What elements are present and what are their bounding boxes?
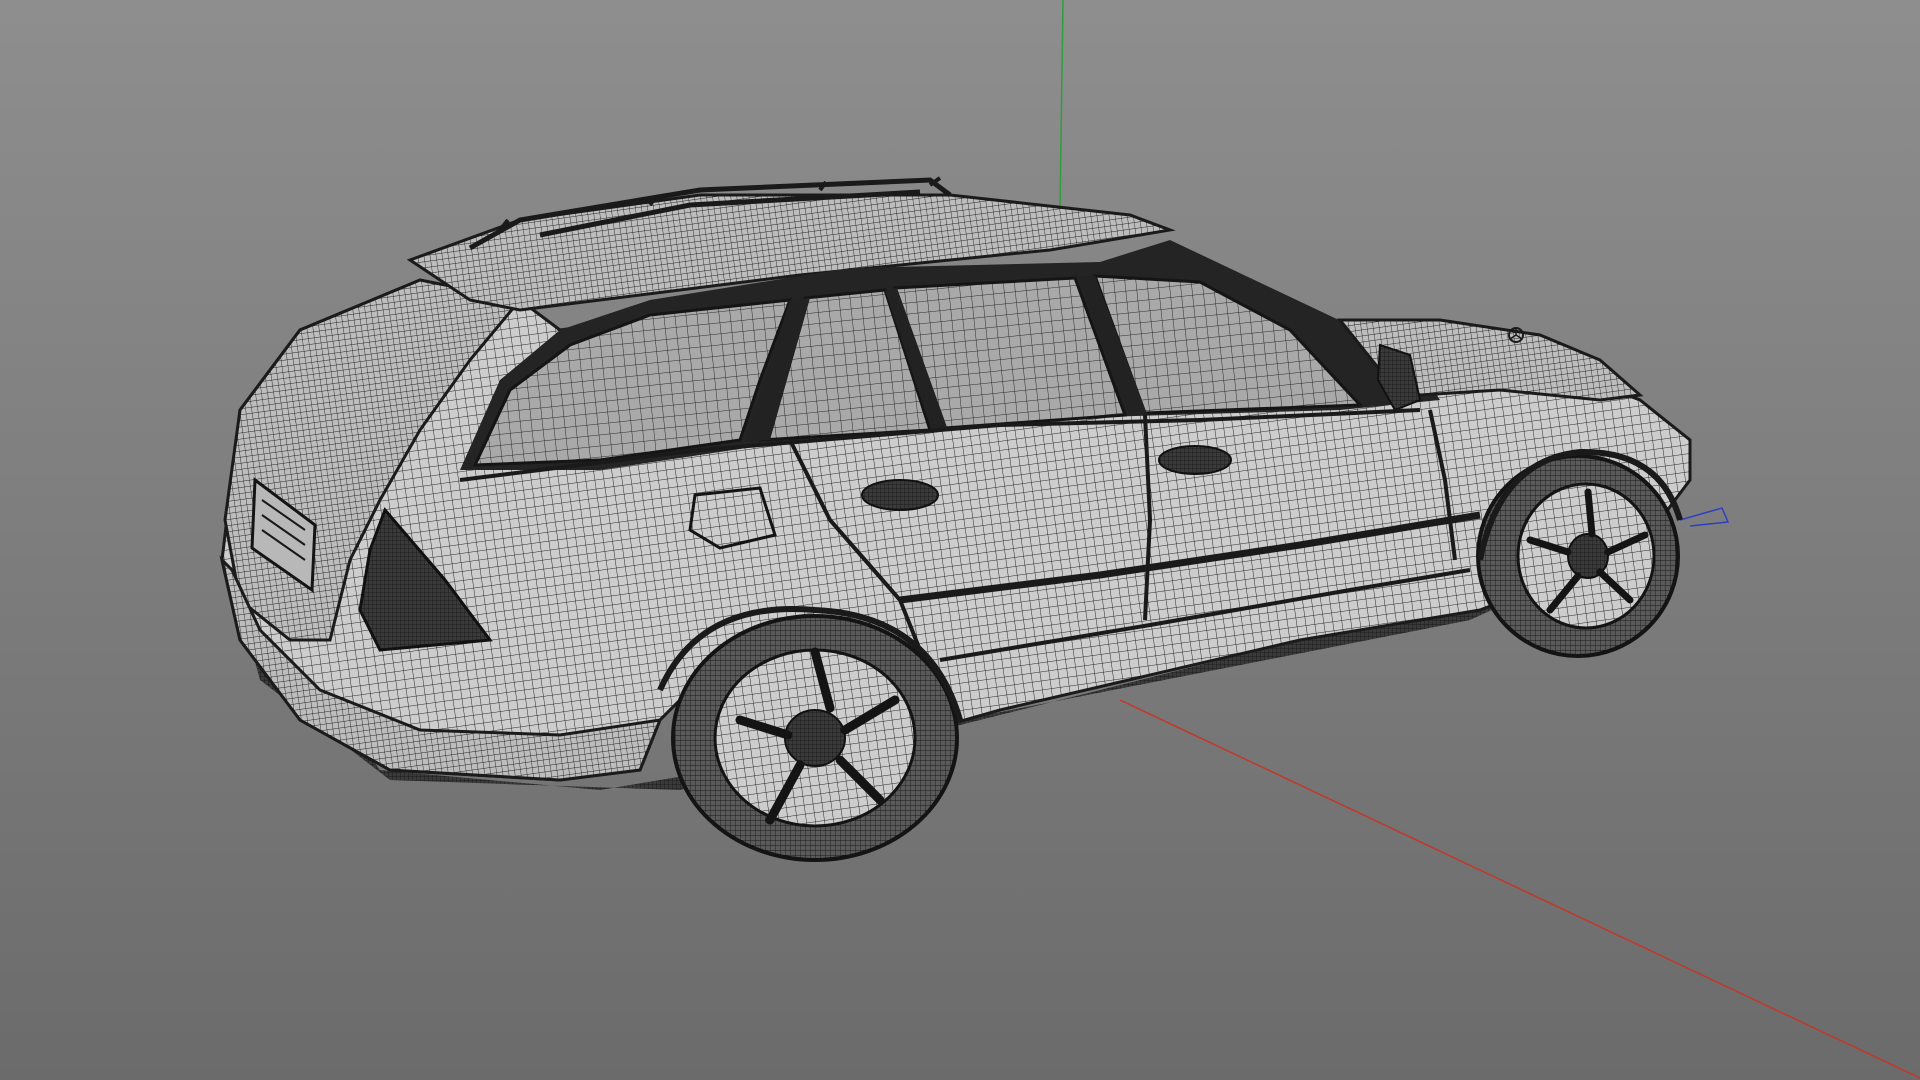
rear-door-handle [861,479,939,511]
rear-wheel [671,614,959,862]
y-axis-line [1059,0,1064,211]
x-axis-line [1119,699,1920,1079]
front-door-handle [1158,445,1232,475]
fuel-door [688,486,777,550]
3d-viewport[interactable] [0,0,1920,1080]
viewport-canvas[interactable] [0,0,1920,1080]
car-wireframe-model[interactable] [219,176,1692,862]
z-axis-gizmo [1679,507,1730,527]
front-wheel [1476,454,1680,658]
